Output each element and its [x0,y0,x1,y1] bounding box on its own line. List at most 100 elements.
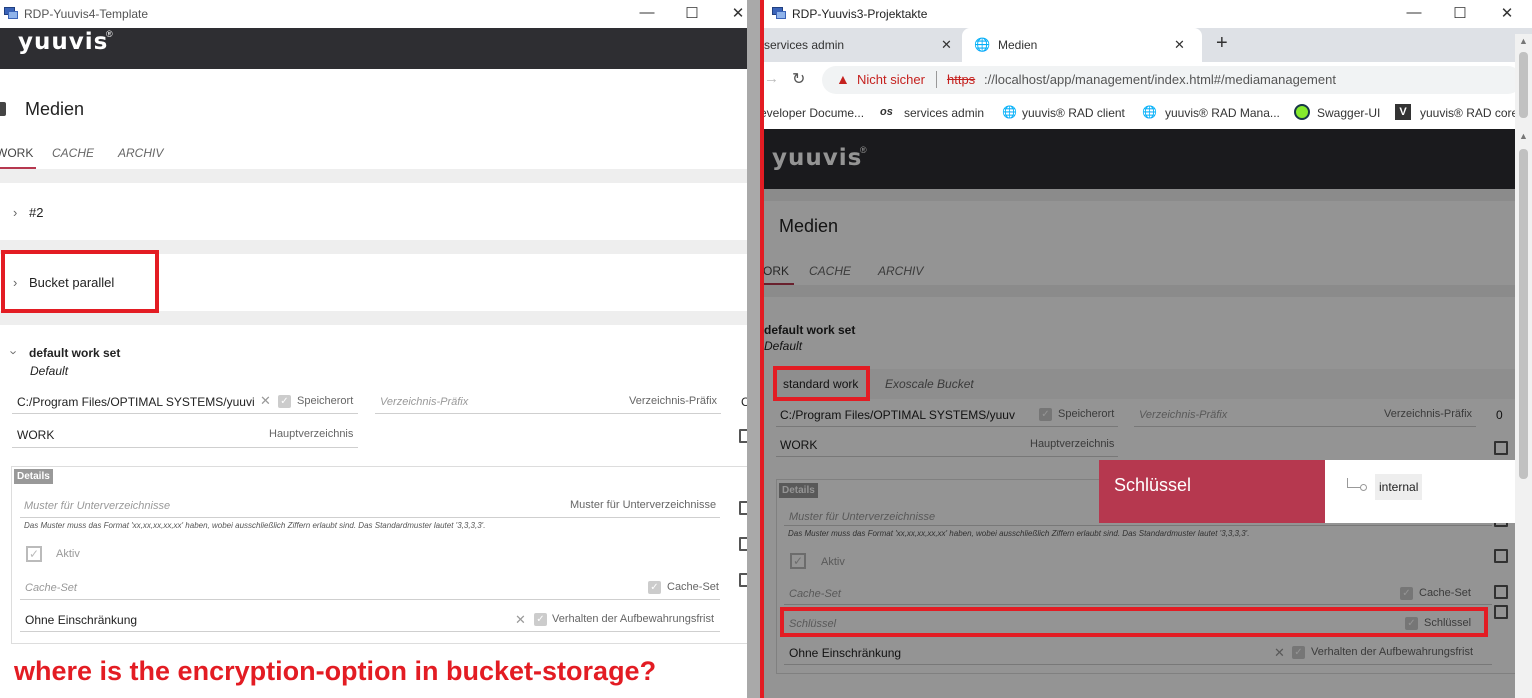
checkbox[interactable] [739,429,747,443]
active-label: Aktiv [56,548,80,560]
retention-underline [20,631,720,632]
bookmark-rad-client[interactable]: yuuvis® RAD client [1022,106,1125,120]
cache-set-underline [20,599,720,600]
rdp-icon [772,7,786,20]
left-window-title: RDP-Yuuvis4-Template [24,7,149,21]
scroll-up-icon[interactable]: ▲ [1519,36,1528,46]
bookmarks-bar: eveloper Docume... os services admin 🌐 y… [764,98,1532,129]
tab-close-icon[interactable]: ✕ [941,37,952,53]
bookmark-rad-core[interactable]: yuuvis® RAD core [1420,106,1518,120]
cache-set-dropdown-icon[interactable]: ✓ [648,581,661,594]
app-header: yuuvis ® [0,28,747,69]
right-titlebar: RDP-Yuuvis3-Projektakte — ☐ ✕ [764,0,1532,28]
scrollbar-thumb[interactable] [1519,149,1528,479]
left-window: RDP-Yuuvis4-Template — ☐ ✕ yuuvis ® Medi… [0,0,747,698]
key-popup-header: Schlüssel [1099,460,1325,523]
retention-dropdown-icon[interactable]: ✓ [534,613,547,626]
bookmark-services-admin[interactable]: services admin [904,106,984,120]
minimize-icon[interactable]: — [637,4,657,21]
prefix-input[interactable]: Verzeichnis-Präfix [380,396,468,408]
pattern-hint: Das Muster muss das Format 'xx,xx,xx,xx,… [24,521,486,530]
new-tab-icon[interactable]: + [1216,32,1228,55]
checkbox[interactable] [739,537,747,551]
browser-tab-services-admin[interactable]: services admin [764,38,844,52]
omnibox-separator [936,71,937,88]
prefix-underline [375,413,721,414]
section-gap-2 [0,311,747,325]
pattern-underline [20,517,720,518]
annotation-box-standard-work [773,366,870,401]
tab-archiv[interactable]: ARCHIV [118,146,163,160]
key-option-internal[interactable]: internal [1375,474,1423,500]
globe-icon: 🌐 [974,37,991,52]
chevron-right-icon: › [13,205,18,220]
close-icon[interactable]: ✕ [728,4,747,22]
globe-icon: 🌐 [1002,105,1017,119]
tab-work[interactable]: WORK [0,146,33,160]
main-directory-underline [12,447,358,448]
browser-tabstrip: services admin ✕ 🌐 Medien ✕ + [764,28,1532,62]
minimize-icon[interactable]: — [1404,4,1424,21]
key-popup: Schlüssel internal [1099,460,1532,523]
default-subtitle: Default [30,364,69,378]
reload-icon[interactable]: ↻ [792,69,805,89]
section-2[interactable]: › #2 [0,184,747,240]
url-scheme: https [947,72,976,87]
storage-underline [12,413,358,414]
cache-set-input[interactable]: Cache-Set [25,582,77,594]
section-2-title: #2 [29,205,44,220]
key-popup-title: Schlüssel [1114,475,1192,495]
cache-set-label: Cache-Set [667,581,719,593]
chevron-down-icon[interactable]: › [7,350,22,354]
checkbox[interactable] [739,501,747,515]
main-directory-label: Hauptverzeichnis [269,428,354,440]
prefix-label: Verzeichnis-Präfix [629,395,718,407]
storage-location-input[interactable]: C:/Program Files/OPTIMAL SYSTEMS/yuuvis [17,395,255,409]
forward-icon[interactable]: → [764,70,779,87]
bookmark-swagger[interactable]: Swagger-UI [1317,106,1380,120]
default-title: default work set [29,346,121,360]
media-icon [0,102,6,116]
scrollbar-track[interactable]: ▲ [1515,129,1532,698]
browser-scrollbar[interactable]: ▲ [1515,34,1532,129]
tab-close-icon[interactable]: ✕ [1174,37,1185,53]
retention-label: Verhalten der Aufbewahrungsfrist [552,613,715,625]
maximize-icon[interactable]: ☐ [1450,4,1470,22]
right-window: RDP-Yuuvis3-Projektakte — ☐ ✕ services a… [764,0,1532,698]
main-directory-input[interactable]: WORK [17,428,54,442]
swagger-icon [1294,104,1310,120]
security-status[interactable]: Nicht sicher [857,72,925,87]
clear-icon[interactable]: ✕ [260,393,271,409]
retention-input[interactable]: Ohne Einschränkung [25,613,137,627]
globe-icon: 🌐 [1142,105,1157,119]
omnibox[interactable]: ▲ Nicht sicher https ://localhost/app/ma… [822,66,1522,94]
close-icon[interactable]: ✕ [1497,4,1517,22]
tab-cache[interactable]: CACHE [52,146,94,160]
pattern-input[interactable]: Muster für Unterverzeichnisse [24,500,170,512]
tree-connector-icon [1347,478,1361,488]
yuuvis-logo: yuuvis [18,29,109,55]
scroll-up-icon[interactable]: ▲ [1519,131,1528,141]
active-checkbox[interactable]: ✓ [26,546,42,562]
scrollbar-thumb[interactable] [1519,52,1528,118]
tree-node-icon [1360,484,1367,491]
browser-toolbar: → ↻ ▲ Nicht sicher https ://localhost/ap… [764,62,1532,98]
maximize-icon[interactable]: ☐ [682,4,702,22]
os-icon: os [880,106,893,118]
left-titlebar: RDP-Yuuvis4-Template — ☐ ✕ [0,0,747,28]
annotation-box-bucket [1,250,159,313]
annotation-question: where is the encryption-option in bucket… [14,656,657,686]
right-window-title: RDP-Yuuvis3-Projektakte [792,7,928,21]
details-badge: Details [14,469,53,484]
checkbox[interactable] [739,573,747,587]
logo-registered-mark: ® [106,29,113,39]
bookmark-dev-docs[interactable]: eveloper Docume... [764,106,864,120]
browser-tab-medien: Medien [998,38,1038,52]
page-title: Medien [25,99,85,119]
warning-icon[interactable]: ▲ [836,71,850,87]
clear-icon[interactable]: ✕ [515,612,526,628]
bookmark-rad-mana[interactable]: yuuvis® RAD Mana... [1165,106,1280,120]
browser-tab-active[interactable]: 🌐 Medien ✕ [962,28,1202,62]
annotation-box-key [780,607,1488,637]
storage-dropdown-icon[interactable]: ✓ [278,395,291,408]
